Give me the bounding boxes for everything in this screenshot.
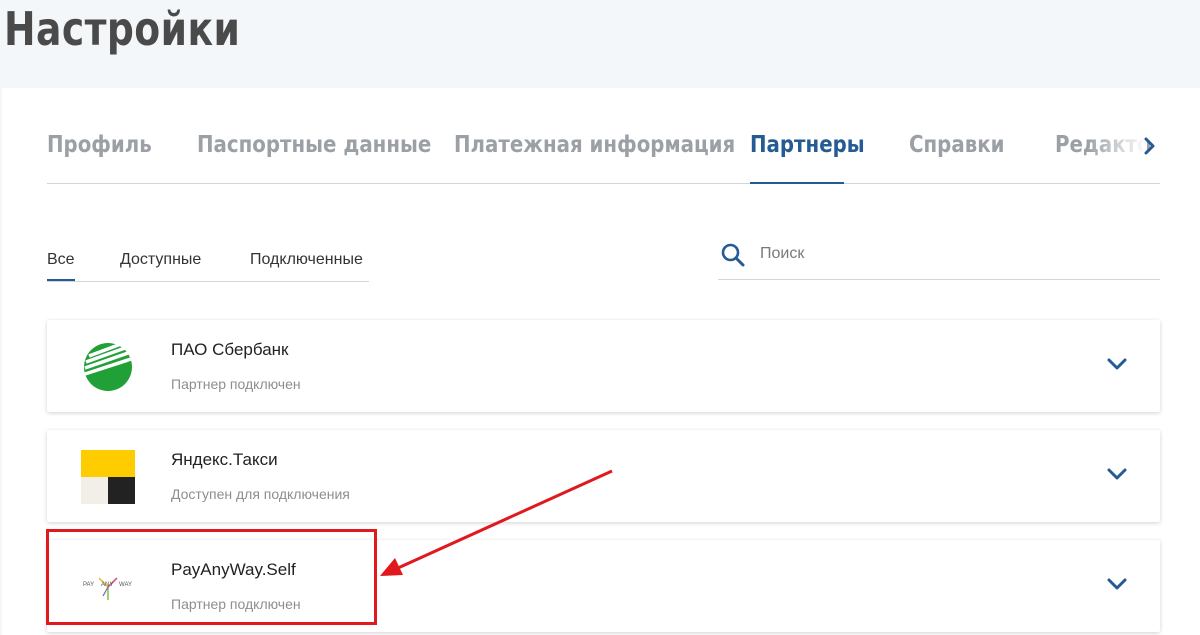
logo-text-any: ANY [101,582,113,588]
chevron-down-icon[interactable] [1105,356,1129,372]
payanyway-logo: PAY ANY WAY [83,577,132,600]
tab-profile[interactable]: Профиль [47,132,152,158]
tab-bar: Профиль Паспортные данные Платежная инфо… [47,88,1160,184]
partner-status: Партнер подключен [171,376,301,392]
filter-available[interactable]: Доступные [120,251,201,269]
tab-passport[interactable]: Паспортные данные [197,132,431,158]
partner-name: PayAnyWay.Self [171,560,296,579]
search-icon[interactable] [720,242,746,268]
partner-status: Партнер подключен [171,596,301,612]
search-input[interactable] [760,241,1140,267]
filter-connected[interactable]: Подключенные [250,251,363,269]
chevron-down-icon[interactable] [1105,466,1129,482]
tab-payment-info[interactable]: Платежная информация [454,132,735,158]
partner-card-payanyway[interactable]: PAY ANY WAY PayAnyWay.Self Партнер подкл… [47,540,1160,632]
partner-card-sberbank[interactable]: ПАО Сбербанк Партнер подключен [47,320,1160,412]
yandex-taxi-logo [81,450,135,504]
chevron-right-icon[interactable] [1140,136,1160,156]
partner-filter-tabs: Все Доступные Подключенные [47,248,369,282]
logo-text-way: WAY [119,582,132,588]
partner-status: Доступен для подключения [171,486,350,502]
search-box [718,238,1160,280]
active-tab-indicator [750,182,844,184]
tab-partners[interactable]: Партнеры [750,132,865,158]
partner-name: ПАО Сбербанк [171,340,289,359]
active-filter-indicator [47,279,75,281]
sberbank-logo [84,342,132,391]
filter-all[interactable]: Все [47,251,75,269]
tabs-fade [1087,118,1147,168]
settings-panel: Профиль Паспортные данные Платежная инфо… [2,88,1200,635]
logo-text-pay: PAY [83,582,94,588]
tab-certificates[interactable]: Справки [909,132,1005,158]
page-title: Настройки [4,2,241,56]
partner-card-yandex-taxi[interactable]: Яндекс.Такси Доступен для подключения [47,430,1160,522]
partner-name: Яндекс.Такси [171,450,278,469]
chevron-down-icon[interactable] [1105,576,1129,592]
